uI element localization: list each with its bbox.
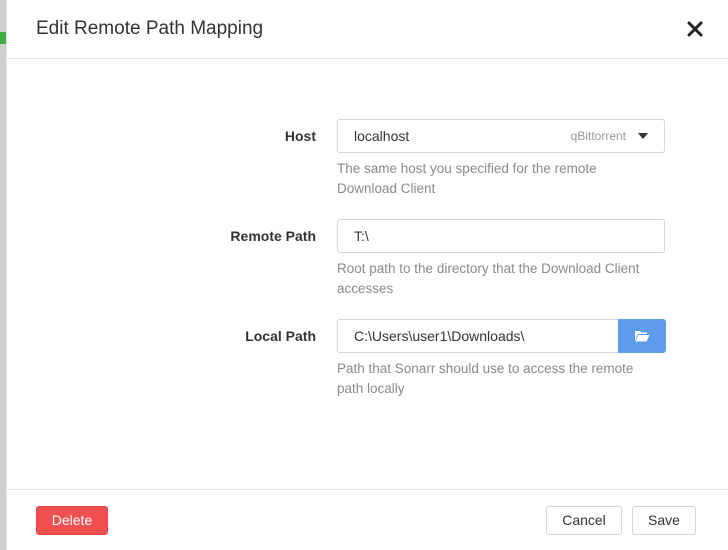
modal-header: Edit Remote Path Mapping bbox=[7, 0, 728, 59]
local-path-help-text: Path that Sonarr should use to access th… bbox=[337, 361, 634, 396]
edit-remote-path-mapping-modal: Edit Remote Path Mapping Host localhost … bbox=[6, 0, 728, 550]
host-select[interactable]: localhost qBittorrent bbox=[337, 119, 665, 153]
close-icon bbox=[687, 21, 703, 37]
browse-folder-button[interactable] bbox=[618, 319, 666, 353]
save-button[interactable]: Save bbox=[632, 506, 696, 535]
host-label: Host bbox=[284, 128, 316, 144]
local-path-value: C:\Users\user1\Downloads\ bbox=[354, 328, 525, 344]
cancel-button[interactable]: Cancel bbox=[546, 506, 622, 535]
remote-path-label: Remote Path bbox=[230, 228, 316, 244]
remote-path-value: T:\ bbox=[354, 228, 369, 244]
host-help-text: The same host you specified for the remo… bbox=[337, 161, 597, 196]
download-client-hint: qBittorrent bbox=[570, 129, 626, 143]
folder-open-icon bbox=[635, 331, 650, 342]
modal-footer: Delete Cancel Save bbox=[7, 489, 728, 550]
delete-button[interactable]: Delete bbox=[36, 506, 108, 535]
host-value: localhost bbox=[354, 128, 410, 144]
close-button[interactable] bbox=[684, 16, 706, 42]
local-path-label: Local Path bbox=[245, 328, 316, 344]
caret-down-icon bbox=[638, 133, 648, 139]
local-path-input[interactable]: C:\Users\user1\Downloads\ bbox=[337, 319, 619, 353]
modal-title: Edit Remote Path Mapping bbox=[36, 18, 264, 39]
remote-path-input[interactable]: T:\ bbox=[337, 219, 665, 253]
remote-path-help-text: Root path to the directory that the Down… bbox=[337, 261, 640, 296]
